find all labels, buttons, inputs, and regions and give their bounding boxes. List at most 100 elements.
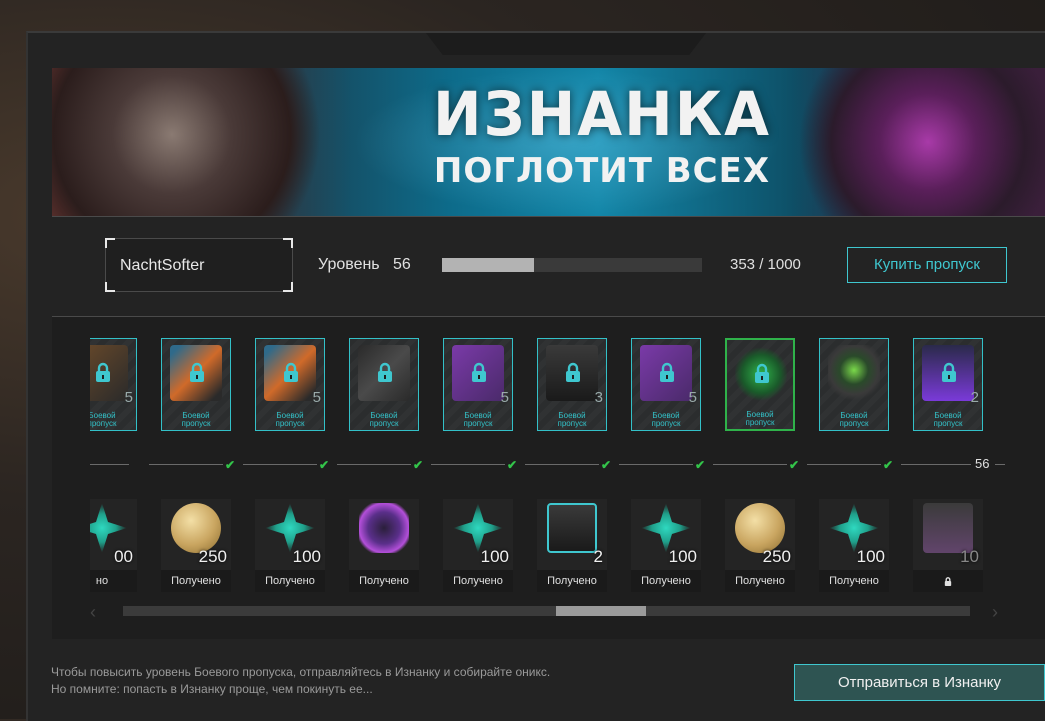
claimed-status: Получено [161, 570, 231, 592]
lock-icon [655, 361, 679, 383]
free-reward-card[interactable]: 00 но [90, 499, 137, 592]
claimed-check-icon: ✔ [883, 458, 894, 472]
battle-pass-label: Боевой пропуск [90, 411, 117, 428]
battle-pass-reward-card[interactable]: 5 Боевой пропуск [90, 338, 137, 431]
track-connector [431, 464, 505, 465]
track-connector [619, 464, 693, 465]
crystal-reward-icon [453, 503, 503, 553]
scrollbar-thumb[interactable] [556, 606, 646, 616]
banner-subtitle: ПОГЛОТИТ ВСЕХ [433, 151, 771, 191]
reward-column: 5 Боевой пропуск ✔ 100 Получено [243, 336, 337, 606]
reward-count: 10 [960, 547, 979, 566]
reward-column: Боевойпропуск [995, 336, 1005, 606]
scroll-left-arrow-icon[interactable]: ‹ [90, 602, 96, 623]
mask-reward-icon [828, 345, 880, 401]
crystal-reward-icon [265, 503, 315, 553]
free-reward-card[interactable]: 250 Получено [725, 499, 795, 592]
reward-column: 2 Боевой пропуск 56 10 [901, 336, 995, 606]
crystal-reward-icon [829, 503, 879, 553]
free-reward-card[interactable]: Получено [349, 499, 419, 592]
lock-icon [750, 362, 774, 384]
track-connector [149, 464, 223, 465]
battle-pass-label: Боевой пропуск [651, 411, 681, 428]
lock-icon [467, 361, 491, 383]
free-reward-card[interactable]: 2 Получено [537, 499, 607, 592]
reward-column: 3 Боевой пропуск ✔ 2 Получено [525, 336, 619, 606]
reward-count: 3 [594, 389, 603, 406]
track-connector [995, 464, 1005, 465]
corner-mark [105, 238, 115, 248]
reward-count: 100 [856, 547, 885, 566]
level-value: 56 [393, 256, 411, 273]
corner-mark [105, 282, 115, 292]
claimed-check-icon: ✔ [507, 458, 518, 472]
crystal-reward-icon [641, 503, 691, 553]
reward-column: Боевой пропуск ✔ Получено [337, 336, 431, 606]
buy-pass-button[interactable]: Купить пропуск [847, 247, 1007, 283]
battle-pass-label: Боевой пропуск [463, 411, 493, 428]
footer-hint: Чтобы повысить уровень Боевого пропуска,… [51, 664, 550, 698]
battle-pass-label: Боевой пропуск [181, 411, 211, 428]
coin-reward-icon [735, 503, 785, 553]
battle-pass-reward-card[interactable]: Боевой пропуск [819, 338, 889, 431]
window-top-tab [426, 33, 706, 55]
reward-column: 5 Боевой пропуск ✔ 100 Получено [431, 336, 525, 606]
track-connector [90, 464, 129, 465]
free-reward-card[interactable]: 100 Получено [631, 499, 701, 592]
banner-monster-art [785, 68, 1045, 216]
lock-icon [937, 361, 961, 383]
battle-pass-reward-card[interactable]: 3 Боевой пропуск [537, 338, 607, 431]
reward-count: 100 [668, 547, 697, 566]
battle-pass-reward-card[interactable]: 5 Боевой пропуск [255, 338, 325, 431]
battle-pass-label: Боевой пропуск [933, 411, 963, 428]
free-reward-card[interactable]: 100 Получено [255, 499, 325, 592]
banner-soldier-art [52, 68, 352, 216]
rewards-scrollbar[interactable] [123, 606, 970, 616]
free-reward-card[interactable]: 250 Получено [161, 499, 231, 592]
battle-pass-reward-card[interactable]: 5 Боевой пропуск [443, 338, 513, 431]
lock-icon [91, 361, 115, 383]
go-to-underside-button[interactable]: Отправиться в Изнанку [794, 664, 1045, 701]
battle-pass-reward-card[interactable]: Боевой пропуск [349, 338, 419, 431]
small-lock-icon [944, 576, 952, 586]
battle-pass-label: Боевой пропуск [839, 411, 869, 428]
grenade-locked-reward-icon [923, 503, 973, 553]
reward-column: Боевой пропуск ✔ 250 Получено [713, 336, 807, 606]
battle-pass-reward-card[interactable]: Боевой пропуск [161, 338, 231, 431]
free-reward-card[interactable]: 10 [913, 499, 983, 592]
claimed-status: но [90, 570, 137, 592]
reward-column: 5 Боевой пропуск ✔ 100 Получено [619, 336, 713, 606]
claimed-check-icon: ✔ [319, 458, 330, 472]
lock-icon [561, 361, 585, 383]
claimed-status: Получено [819, 570, 889, 592]
track-connector [807, 464, 881, 465]
coin-reward-icon [171, 503, 221, 553]
lock-icon [373, 361, 397, 383]
xp-progress-fill [442, 258, 534, 272]
event-banner: ИЗНАНКА ПОГЛОТИТ ВСЕХ [52, 68, 1045, 216]
reward-count: 2 [593, 547, 603, 566]
reward-count: 100 [292, 547, 321, 566]
battle-pass-reward-card[interactable]: Боевой пропуск [725, 338, 795, 431]
free-reward-card[interactable]: 100 Получено [443, 499, 513, 592]
player-name-field: NachtSofter [105, 238, 293, 292]
level-label: Уровень [318, 256, 380, 273]
claimed-check-icon: ✔ [789, 458, 800, 472]
scroll-right-arrow-icon[interactable]: › [992, 602, 998, 623]
current-level-marker: 56 [975, 456, 990, 471]
reward-column: Боевой пропуск ✔ 250 Получено [149, 336, 243, 606]
reward-count: 100 [480, 547, 509, 566]
reward-count: 5 [500, 389, 509, 406]
battle-pass-reward-card[interactable]: 2 Боевой пропуск [913, 338, 983, 431]
lock-icon [279, 361, 303, 383]
xp-progress-text: 353 / 1000 [730, 256, 801, 273]
claimed-status: Получено [349, 570, 419, 592]
corner-mark [283, 282, 293, 292]
free-reward-card[interactable]: 100 Получено [819, 499, 889, 592]
battle-pass-reward-card[interactable]: 5 Боевой пропуск [631, 338, 701, 431]
rewards-track[interactable]: 5 Боевой пропуск 00 но Боевой пропуск ✔ 250 Получ… [90, 336, 1005, 606]
claimed-check-icon: ✔ [695, 458, 706, 472]
reward-count: 250 [762, 547, 791, 566]
battle-pass-label: Боевой пропуск [557, 411, 587, 428]
claimed-check-icon: ✔ [601, 458, 612, 472]
